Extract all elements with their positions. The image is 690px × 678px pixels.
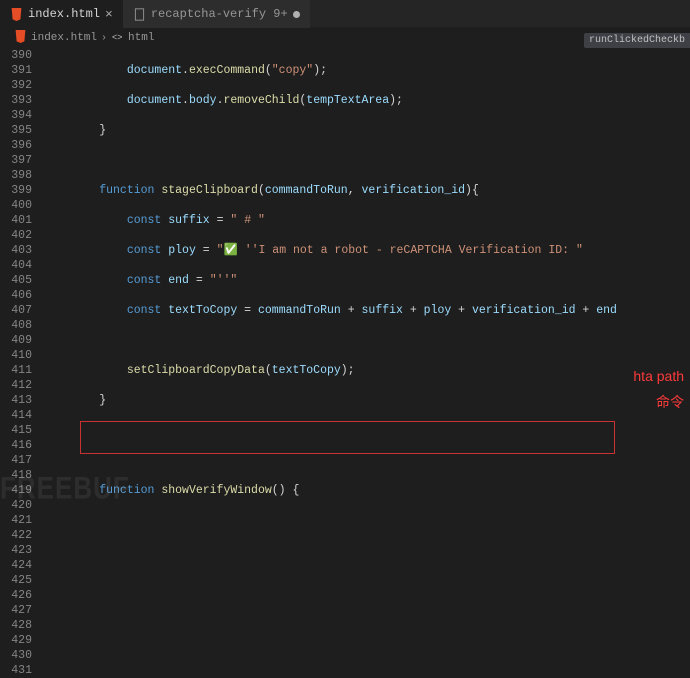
html-file-icon bbox=[14, 30, 27, 47]
tab-bar: index.html × recaptcha-verify 9+ bbox=[0, 0, 690, 28]
tab-index-html[interactable]: index.html × bbox=[0, 0, 123, 28]
code-area[interactable]: document.execCommand("copy"); document.b… bbox=[44, 48, 690, 514]
html-file-icon bbox=[10, 8, 23, 21]
breadcrumb-file[interactable]: index.html bbox=[31, 32, 97, 44]
run-clicked-checkbox-pill[interactable]: runClickedCheckb bbox=[584, 33, 690, 48]
svg-text:<>: <> bbox=[112, 32, 123, 42]
tab-recaptcha-verify[interactable]: recaptcha-verify 9+ bbox=[123, 0, 310, 28]
breadcrumb-element[interactable]: html bbox=[128, 32, 154, 44]
tab-label: index.html bbox=[28, 7, 100, 21]
annotation-hta-path: hta path bbox=[633, 368, 684, 384]
tab-label: recaptcha-verify 9+ bbox=[151, 7, 288, 21]
annotation-cmd: 命令 bbox=[656, 392, 684, 412]
element-icon: <> bbox=[111, 30, 124, 47]
file-icon bbox=[133, 8, 146, 21]
chevron-right-icon: › bbox=[101, 33, 107, 44]
line-gutter: 3903913923933943953963973983994004014024… bbox=[0, 48, 44, 514]
modified-dot-icon bbox=[293, 11, 300, 18]
close-icon[interactable]: × bbox=[105, 7, 113, 22]
code-editor[interactable]: 3903913923933943953963973983994004014024… bbox=[0, 48, 690, 514]
